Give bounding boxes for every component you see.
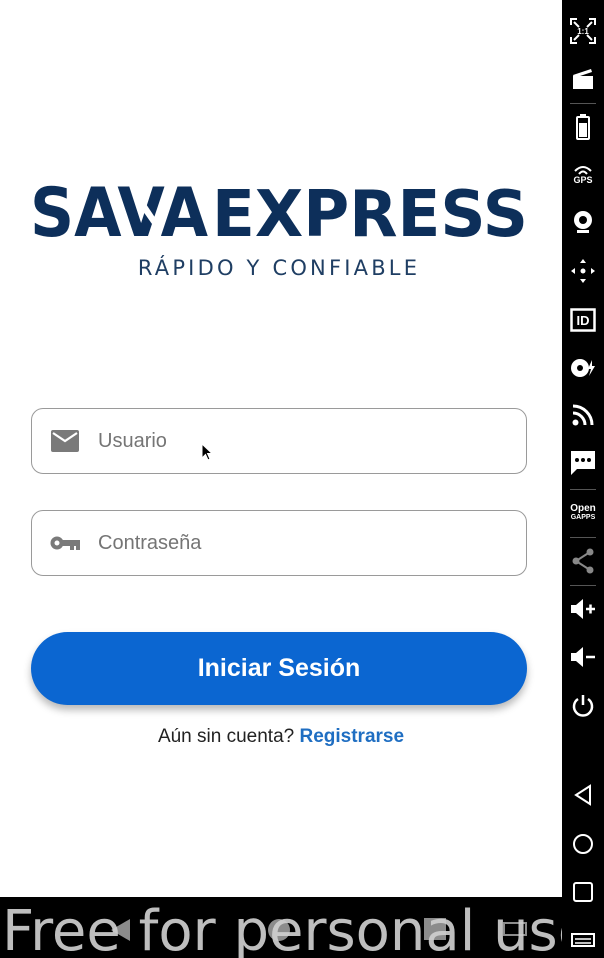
volume-down-icon[interactable] — [562, 642, 604, 672]
volume-up-icon[interactable] — [562, 594, 604, 624]
id-label: ID — [577, 313, 590, 328]
watermark-text: Free for personal use — [2, 899, 562, 958]
webcam-icon[interactable] — [562, 207, 604, 237]
register-prompt: Aún sin cuenta? — [157, 726, 295, 747]
rss-icon[interactable] — [562, 400, 604, 430]
fullscreen-1to1-icon[interactable]: 1:1 — [562, 16, 604, 46]
register-link[interactable]: Registrarse — [299, 726, 404, 747]
opengapps-label-gapps: GAPPS — [570, 514, 596, 521]
back-icon[interactable] — [562, 780, 604, 810]
clapperboard-icon[interactable] — [562, 64, 604, 94]
gps-icon[interactable]: GPS — [562, 160, 604, 190]
username-placeholder: Usuario — [98, 429, 167, 452]
power-icon[interactable] — [562, 691, 604, 721]
envelope-icon — [32, 408, 98, 474]
menu-icon[interactable] — [562, 926, 604, 954]
disk-icon[interactable] — [562, 353, 604, 383]
logo-sava: SAVA — [30, 178, 208, 248]
move-icon[interactable] — [562, 256, 604, 286]
password-field[interactable]: Contraseña — [31, 510, 527, 576]
sms-icon[interactable] — [562, 448, 604, 478]
login-screen: SAVA EXPRESS RÁPIDO Y CONFIABLE Usuario … — [0, 0, 562, 897]
id-icon[interactable]: ID — [562, 305, 604, 335]
brand-tagline: RÁPIDO Y CONFIABLE — [137, 256, 421, 280]
emulator-sidebar: 1:1 GPS ID Open GAPPS — [562, 0, 604, 958]
gps-label: GPS — [573, 174, 593, 185]
home-icon[interactable] — [562, 829, 604, 859]
opengapps-label-open: Open — [570, 503, 596, 514]
logo-wordmark: SAVA EXPRESS — [30, 178, 528, 248]
mouse-cursor-icon — [201, 443, 214, 461]
share-icon[interactable] — [562, 546, 604, 576]
opengapps-icon[interactable]: Open GAPPS — [562, 498, 604, 528]
battery-icon[interactable] — [562, 112, 604, 142]
android-navbar: Free for personal use — [0, 897, 562, 958]
register-row: Aún sin cuenta? Registrarse — [0, 726, 562, 748]
recents-icon[interactable] — [562, 877, 604, 907]
password-placeholder: Contraseña — [98, 531, 202, 554]
login-button[interactable]: Iniciar Sesión — [31, 632, 527, 705]
logo-express: EXPRESS — [212, 178, 528, 248]
ratio-label: 1:1 — [577, 26, 589, 36]
key-icon — [32, 510, 98, 576]
username-field[interactable]: Usuario — [31, 408, 527, 474]
